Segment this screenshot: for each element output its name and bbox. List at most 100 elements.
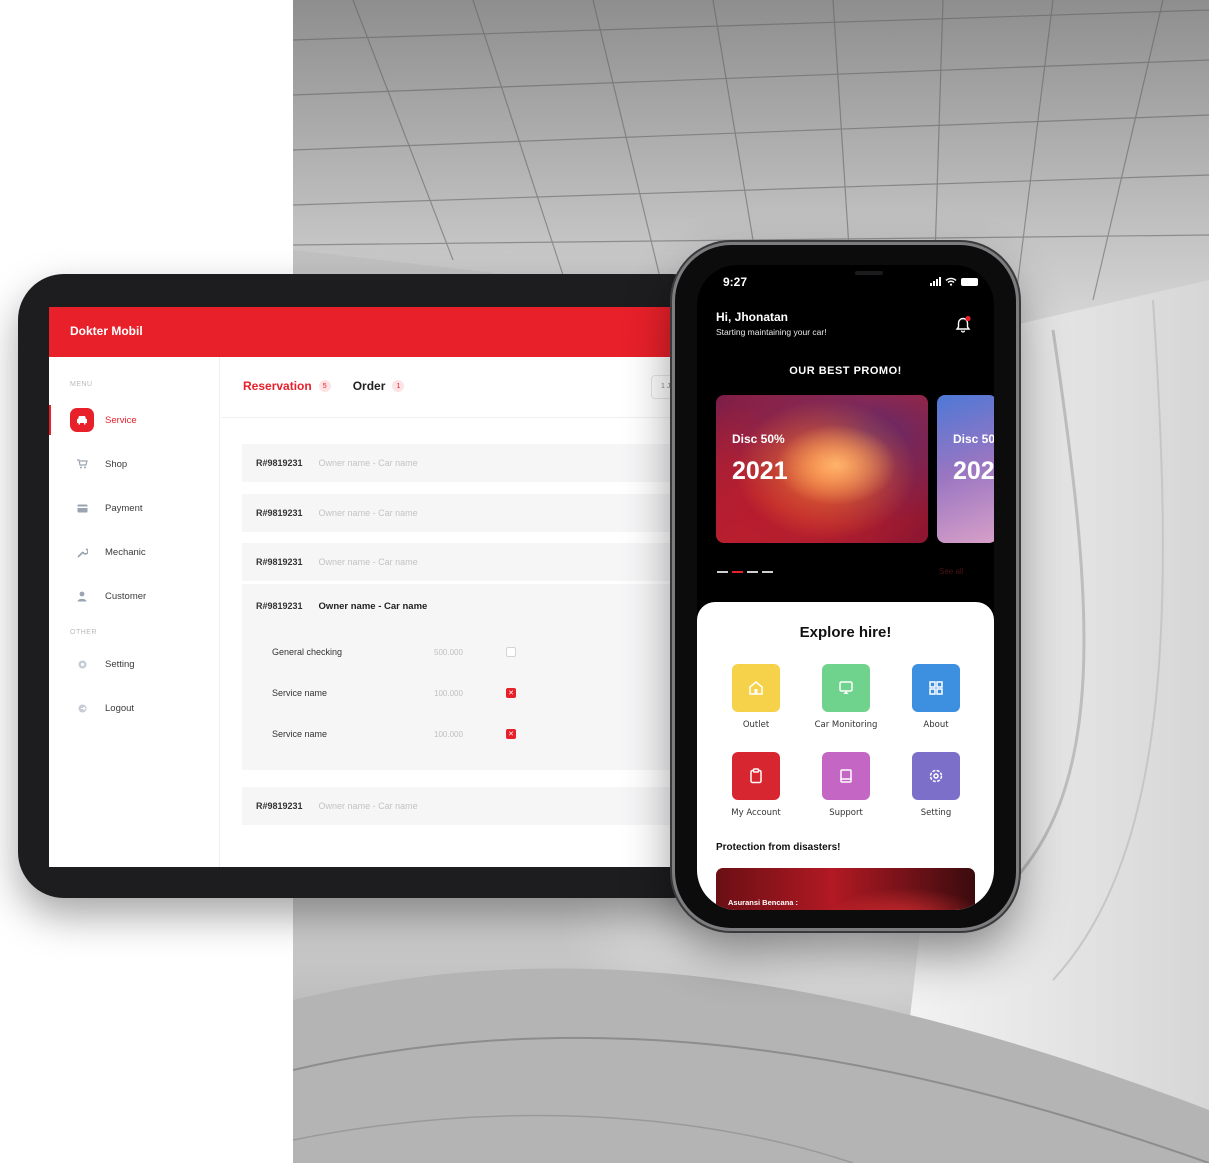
phone-screen: 9:27 Hi, Jhonatan Starting maintaining y…: [697, 265, 994, 910]
home-icon: [732, 664, 780, 712]
service-checkbox[interactable]: [506, 647, 516, 657]
greeting: Hi, Jhonatan: [716, 310, 789, 324]
tab-reservation[interactable]: Reservation 5: [243, 379, 331, 393]
sidebar: MENU Service Shop Payment Mechanic Custo…: [49, 357, 220, 867]
reservation-row[interactable]: R#9819231 Owner name - Car name: [242, 787, 689, 825]
status-icons: [930, 277, 978, 286]
mockup-stage: Dokter Mobil MENU Service Shop Payment M…: [0, 0, 1220, 1163]
banner-text: Asuransi Bencana :: [728, 898, 799, 907]
owner-car-name: Owner name - Car name: [318, 601, 428, 612]
sidebar-item-label: Mechanic: [105, 546, 146, 558]
sidebar-item-label: Shop: [105, 458, 128, 470]
promo-year: 202: [953, 457, 994, 485]
car-icon: [70, 408, 94, 432]
tab-label: Order: [352, 379, 386, 393]
greeting-subtitle: Starting maintaining your car!: [716, 327, 827, 337]
promo-card[interactable]: Disc 50 202: [937, 395, 994, 543]
reservation-row[interactable]: R#9819231 Owner name - Car name: [242, 543, 689, 581]
reservation-row[interactable]: R#9819231 Owner name - Car name: [242, 494, 689, 532]
tablet-device: Dokter Mobil MENU Service Shop Payment M…: [18, 274, 718, 898]
tab-order[interactable]: Order 1: [353, 379, 405, 393]
tile-label: Outlet: [742, 720, 770, 730]
sidebar-item-label: Setting: [105, 658, 135, 670]
service-checkbox[interactable]: ✕: [506, 729, 516, 739]
gear-icon: [912, 752, 960, 800]
wifi-icon: [945, 277, 957, 286]
sidebar-item-mechanic[interactable]: Mechanic: [49, 537, 220, 567]
owner-car-name: Owner name - Car name: [318, 801, 418, 811]
status-time: 9:27: [723, 275, 748, 289]
promo-year: 2021: [732, 457, 788, 485]
reservation-row[interactable]: R#9819231 Owner name - Car name: [242, 444, 689, 482]
reservation-code: R#9819231: [256, 601, 303, 611]
tile-label: About: [923, 720, 949, 730]
sidebar-item-payment[interactable]: Payment: [49, 493, 220, 523]
reservation-code: R#9819231: [256, 508, 303, 518]
insurance-banner[interactable]: Asuransi Bencana :: [716, 868, 975, 910]
tablet-screen: Dokter Mobil MENU Service Shop Payment M…: [49, 307, 689, 867]
sidebar-item-shop[interactable]: Shop: [49, 449, 220, 479]
main-panel: Reservation 5 Order 1 1 Ja R#9819231 Own…: [221, 357, 689, 867]
service-checkbox[interactable]: ✕: [506, 688, 516, 698]
tablet-header: Dokter Mobil: [49, 307, 689, 357]
sidebar-item-service[interactable]: Service: [49, 405, 220, 435]
sidebar-item-label: Customer: [105, 590, 147, 602]
book-icon: [822, 752, 870, 800]
sidebar-item-setting[interactable]: Setting: [49, 649, 220, 679]
service-price: 100.000: [434, 729, 463, 739]
monitor-icon: [822, 664, 870, 712]
carousel-dots[interactable]: [717, 571, 773, 573]
tile-outlet[interactable]: Outlet: [711, 664, 801, 730]
other-section-label: OTHER: [70, 629, 97, 636]
sidebar-item-logout[interactable]: Logout: [49, 693, 220, 723]
notification-bell-icon[interactable]: [952, 313, 974, 335]
reservation-row-expanded[interactable]: R#9819231 Owner name - Car name General …: [242, 584, 689, 770]
explore-sheet: Explore hire! Outlet Car Monitoring Abou…: [697, 602, 994, 910]
signal-icon: [930, 277, 941, 286]
grid-icon: [912, 664, 960, 712]
count-badge: 1: [392, 380, 405, 392]
clipboard-icon: [732, 752, 780, 800]
menu-section-label: MENU: [70, 381, 93, 388]
sidebar-item-customer[interactable]: Customer: [49, 581, 220, 611]
service-name: Service name: [272, 688, 328, 698]
see-all-link[interactable]: See all: [939, 567, 963, 576]
explore-title: Explore hire!: [799, 624, 892, 641]
service-price: 100.000: [434, 688, 463, 698]
owner-car-name: Owner name - Car name: [318, 557, 418, 567]
card-icon: [70, 496, 94, 520]
tile-my-account[interactable]: My Account: [711, 752, 801, 818]
reservation-code: R#9819231: [256, 557, 303, 567]
owner-car-name: Owner name - Car name: [318, 508, 418, 518]
tab-label: Reservation: [243, 379, 312, 393]
count-badge: 5: [318, 380, 331, 392]
cart-icon: [70, 452, 94, 476]
tile-label: My Account: [731, 808, 781, 818]
owner-car-name: Owner name - Car name: [318, 458, 418, 468]
tile-support[interactable]: Support: [801, 752, 891, 818]
service-line: Service name 100.000 ✕: [272, 685, 542, 701]
promo-discount: Disc 50: [953, 432, 994, 446]
brand-title: Dokter Mobil: [70, 324, 143, 338]
service-line: Service name 100.000 ✕: [272, 726, 542, 742]
tile-label: Car Monitoring: [814, 720, 878, 730]
divider: [221, 417, 689, 418]
battery-icon: [961, 278, 978, 286]
service-name: Service name: [272, 729, 328, 739]
promo-discount: Disc 50%: [732, 432, 785, 446]
tile-about[interactable]: About: [891, 664, 981, 730]
tile-label: Setting: [920, 808, 952, 818]
promo-card[interactable]: Disc 50% 2021: [716, 395, 928, 543]
service-price: 500.000: [434, 647, 463, 657]
promo-section-title: OUR BEST PROMO!: [789, 365, 902, 377]
reservation-code: R#9819231: [256, 458, 303, 468]
service-line: General checking 500.000: [272, 644, 542, 660]
sidebar-item-label: Service: [105, 414, 137, 426]
protection-title: Protection from disasters!: [716, 842, 841, 853]
tile-setting[interactable]: Setting: [891, 752, 981, 818]
expanded-header: R#9819231 Owner name - Car name: [256, 601, 427, 612]
tile-car-monitoring[interactable]: Car Monitoring: [801, 664, 891, 730]
phone-notch: [815, 265, 901, 285]
service-name: General checking: [272, 647, 343, 657]
reservation-code: R#9819231: [256, 801, 303, 811]
